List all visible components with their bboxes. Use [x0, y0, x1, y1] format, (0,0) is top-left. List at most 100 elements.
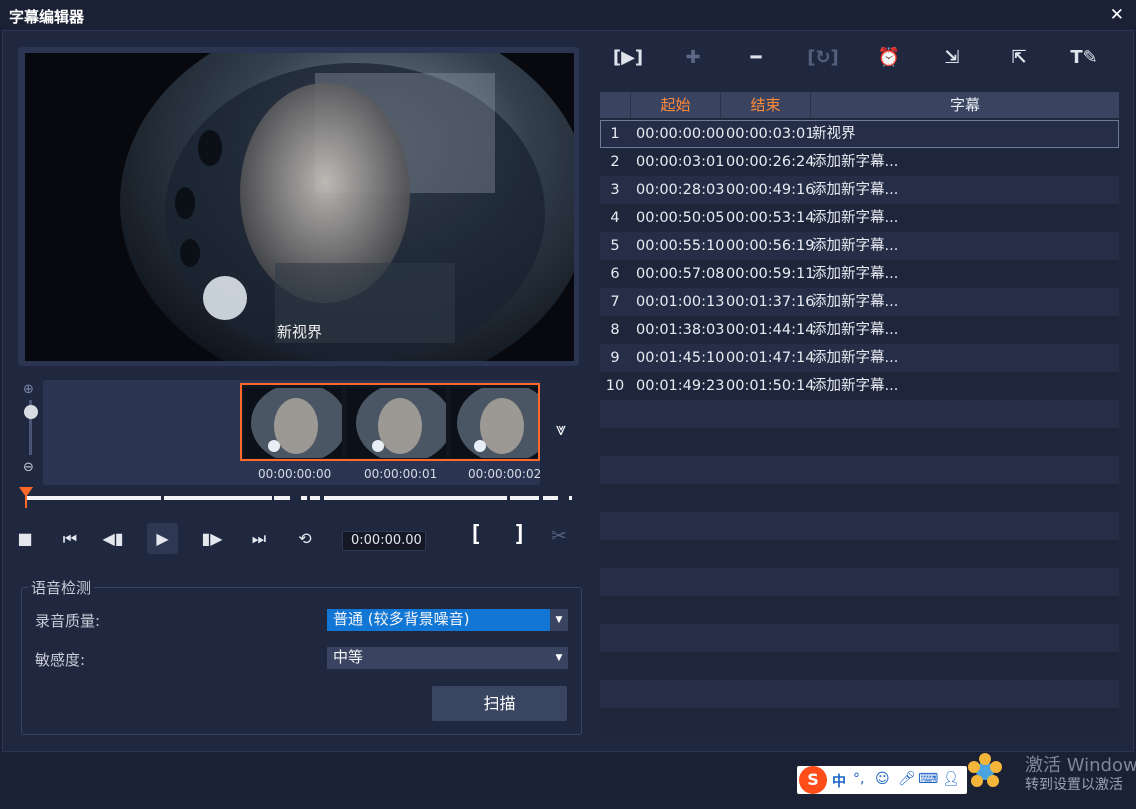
row-index: 8	[610, 322, 620, 338]
end-time: 00:00:59:11	[726, 266, 815, 282]
quality-value: 普通 (较多背景噪音)	[333, 610, 470, 628]
end-time: 00:01:50:14	[726, 378, 815, 394]
row-index: 5	[610, 238, 620, 254]
activate-windows-subtext: 转到设置以激活	[1025, 777, 1123, 793]
filmstrip-timecode: 00:00:00:01	[364, 467, 438, 481]
keyboard-icon[interactable]: ⌨	[918, 771, 938, 787]
chevron-down-icon[interactable]: ▼	[550, 609, 568, 631]
preview-image	[25, 53, 574, 361]
play-button[interactable]: ▶	[147, 523, 178, 554]
end-time: 00:01:37:16	[726, 294, 815, 310]
zoom-slider-knob[interactable]	[24, 405, 38, 419]
title-bar: 字幕编辑器 ✕	[0, 0, 1136, 30]
sensitivity-label: 敏感度:	[35, 651, 86, 669]
go-to-start-button[interactable]: ⏮	[57, 526, 83, 552]
sensitivity-select[interactable]: 中等 ▼	[327, 647, 568, 669]
row-index: 6	[610, 266, 620, 282]
start-time: 00:00:50:05	[636, 210, 725, 226]
filmstrip-timecode: 00:00:00:00	[258, 467, 332, 481]
zoom-in-icon[interactable]: ⊕	[23, 382, 34, 397]
zoom-out-icon[interactable]: ⊖	[23, 460, 34, 475]
table-row[interactable]: 5 00:00:55:10 00:00:56:19 添加新字幕...	[600, 232, 1119, 260]
header-subtitle[interactable]: 字幕	[811, 92, 1119, 118]
empty-row	[600, 512, 1119, 540]
split-scissors-icon[interactable]: ✂	[551, 525, 567, 547]
chevron-down-icon[interactable]: ▼	[550, 647, 568, 669]
empty-row	[600, 428, 1119, 456]
playhead-marker[interactable]	[19, 487, 33, 497]
thumbnail	[450, 388, 538, 458]
go-to-end-button[interactable]: ⏭	[246, 526, 272, 552]
timecode-input[interactable]: 0:00:00.00	[342, 531, 426, 551]
start-time: 00:00:57:08	[636, 266, 725, 282]
playhead-line	[25, 496, 27, 508]
end-time: 00:00:56:19	[726, 238, 815, 254]
voice-detection-legend: 语音检测	[28, 577, 95, 598]
user-icon[interactable]: 👤︎	[942, 771, 960, 787]
empty-row	[600, 540, 1119, 568]
row-index: 2	[610, 154, 620, 170]
start-time: 00:01:38:03	[636, 322, 725, 338]
subtitle-table[interactable]: 起始 结束 字幕 1 00:00:00:00 00:00:03:01 新视界 2 00:0…	[600, 92, 1119, 736]
microphone-icon[interactable]: 🎤︎	[898, 771, 916, 787]
table-row[interactable]: 3 00:00:28:03 00:00:49:16 添加新字幕...	[600, 176, 1119, 204]
empty-row	[600, 652, 1119, 680]
start-time: 00:00:00:00	[636, 126, 725, 142]
timeline-scrubber[interactable]	[23, 496, 574, 500]
import-icon[interactable]: ⇲	[935, 45, 969, 71]
previous-frame-button[interactable]: ◀▮	[100, 526, 126, 552]
table-row[interactable]: 8 00:01:38:03 00:01:44:14 添加新字幕...	[600, 316, 1119, 344]
quality-select[interactable]: 普通 (较多背景噪音) ▼	[327, 609, 568, 631]
empty-row	[600, 456, 1119, 484]
merge-icon[interactable]: [↻]	[806, 45, 840, 71]
empty-row	[600, 680, 1119, 708]
quality-label: 录音质量:	[35, 612, 101, 630]
table-row[interactable]: 7 00:01:00:13 00:01:37:16 添加新字幕...	[600, 288, 1119, 316]
add-icon[interactable]: ✚	[676, 45, 710, 71]
mark-in-button[interactable]: [	[469, 522, 482, 547]
header-end[interactable]: 结束	[721, 92, 811, 118]
text-style-icon[interactable]: T✎	[1067, 45, 1101, 71]
table-row[interactable]: 2 00:00:03:01 00:00:26:24 添加新字幕...	[600, 148, 1119, 176]
row-index: 3	[610, 182, 620, 198]
header-index	[600, 92, 631, 118]
row-index: 7	[610, 294, 620, 310]
subtitle-text: 添加新字幕...	[812, 350, 899, 366]
end-time: 00:00:03:01	[726, 126, 815, 142]
subtitle-text: 添加新字幕...	[812, 294, 899, 310]
mark-out-button[interactable]: ]	[513, 522, 526, 547]
start-time: 00:00:55:10	[636, 238, 725, 254]
export-icon[interactable]: ⇱	[1002, 45, 1036, 71]
emoji-icon[interactable]: ☺	[875, 771, 890, 787]
end-time: 00:01:44:14	[726, 322, 815, 338]
scan-button[interactable]: 扫描	[432, 686, 567, 721]
remove-icon[interactable]: ━	[739, 45, 773, 71]
subtitle-text: 添加新字幕...	[812, 322, 899, 338]
play-subtitle-icon[interactable]: [▶]	[611, 45, 645, 71]
row-index: 1	[610, 126, 620, 142]
table-row[interactable]: 10 00:01:49:23 00:01:50:14 添加新字幕...	[600, 372, 1119, 400]
table-row[interactable]: 6 00:00:57:08 00:00:59:11 添加新字幕...	[600, 260, 1119, 288]
start-time: 00:01:45:10	[636, 350, 725, 366]
filmstrip-timecode: 00:00:00:02	[468, 467, 542, 481]
close-icon[interactable]: ✕	[1110, 5, 1124, 25]
end-time: 00:00:49:16	[726, 182, 815, 198]
table-row[interactable]: 9 00:01:45:10 00:01:47:14 添加新字幕...	[600, 344, 1119, 372]
table-row[interactable]: 4 00:00:50:05 00:00:53:14 添加新字幕...	[600, 204, 1119, 232]
watermark-logo	[968, 753, 1002, 787]
alarm-icon[interactable]: ⏰	[872, 45, 906, 71]
next-frame-button[interactable]: ▮▶	[199, 526, 225, 552]
punctuation-icon[interactable]: °,	[853, 771, 864, 787]
ime-language[interactable]: 中	[832, 771, 846, 791]
video-preview[interactable]: 新视界	[25, 53, 574, 361]
end-time: 00:00:26:24	[726, 154, 815, 170]
table-row[interactable]: 1 00:00:00:00 00:00:03:01 新视界	[600, 120, 1119, 148]
empty-row	[600, 568, 1119, 596]
audio-waveform-icon[interactable]: ⩔	[556, 419, 566, 440]
start-time: 00:01:00:13	[636, 294, 725, 310]
header-start[interactable]: 起始	[631, 92, 721, 118]
ime-logo-icon[interactable]: S	[799, 766, 827, 794]
repeat-button[interactable]: ⟲	[292, 526, 318, 552]
end-time: 00:01:47:14	[726, 350, 815, 366]
stop-button[interactable]: ■	[12, 526, 38, 552]
